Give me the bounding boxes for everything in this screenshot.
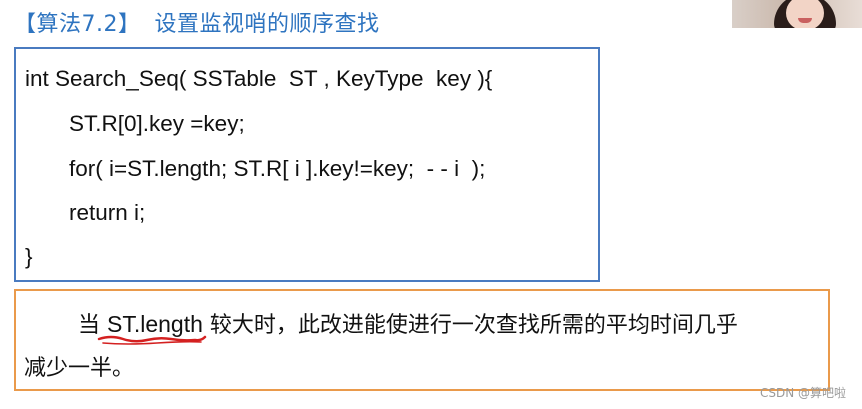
- algorithm-title: 设置监视哨的顺序查找: [154, 12, 380, 37]
- code-line-1: int Search_Seq( SSTable ST , KeyType key…: [25, 66, 493, 91]
- code-line-5: }: [25, 244, 33, 269]
- presenter-webcam-feed: [732, 0, 862, 28]
- algorithm-tag: 【算法7.2】: [14, 12, 141, 37]
- csdn-watermark: CSDN @算吧啦: [759, 386, 846, 400]
- code-line-4: return i;: [69, 200, 146, 225]
- code-block: int Search_Seq( SSTable ST , KeyType key…: [14, 47, 600, 282]
- code-line-3: for( i=ST.length; ST.R[ i ].key!=key; - …: [69, 156, 486, 181]
- code-line-2: ST.R[0].key =key;: [69, 111, 245, 136]
- slide-canvas: 【算法7.2】 设置监视哨的顺序查找 int Search_Seq( SSTabl…: [0, 0, 862, 409]
- red-underline-annotation: [97, 335, 207, 345]
- note-line-2: 减少一半。: [24, 356, 135, 381]
- webcam-face-shape: [786, 0, 824, 28]
- note-line1-rest: 较大时，此改进能使进行一次查找所需的平均时间几乎: [202, 313, 738, 338]
- slide-title: 【算法7.2】 设置监视哨的顺序查找: [14, 6, 380, 38]
